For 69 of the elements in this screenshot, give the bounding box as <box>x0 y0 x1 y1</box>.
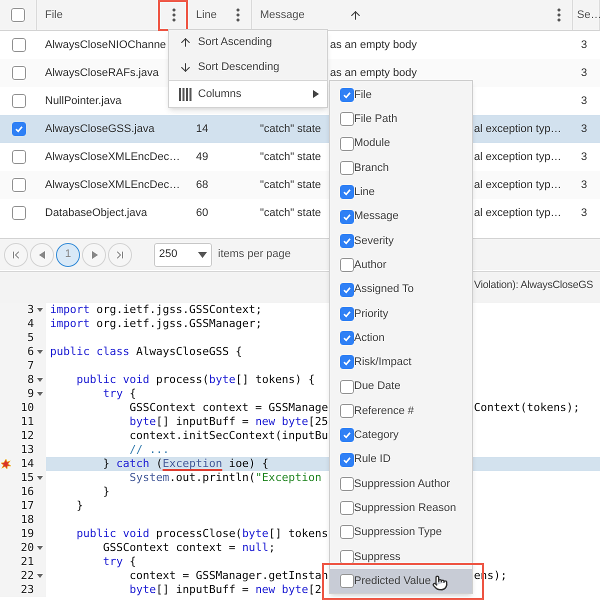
table-cell-text: al exception typ… <box>474 206 562 221</box>
code-line: public class AlwaysCloseGSS { <box>50 345 242 358</box>
code-line: GSSContext context = GSSManage <box>128 401 328 414</box>
code-line: public void process(byte[] tokens) { <box>75 373 315 386</box>
line-number: 7 <box>26 359 34 373</box>
line-number: 23 <box>20 583 34 597</box>
table-cell: 3 <box>581 178 588 191</box>
table-cell: 3 <box>581 150 588 163</box>
code-line: import org.ietf.jgss.GSSManager; <box>50 317 262 330</box>
table-cell: AlwaysCloseGSS.java <box>45 122 154 135</box>
line-number: 21 <box>20 555 34 569</box>
line-number: 6 <box>26 345 34 359</box>
code-line: byte[] inputBuff = new byte[25 <box>128 415 328 428</box>
table-cell: 14 <box>196 122 208 135</box>
table-cell: 68 <box>196 178 208 191</box>
line-number: 8 <box>26 373 34 387</box>
table-cell-text: "catch" state <box>260 150 322 165</box>
line-number: 14 <box>20 457 34 471</box>
line-number: 5 <box>26 331 34 345</box>
code-line: try { <box>102 387 136 400</box>
table-cell: 60 <box>196 206 208 219</box>
table-cell: DatabaseObject.java <box>45 206 148 219</box>
code-line: } catch (Exception ioe) { <box>102 457 269 470</box>
line-number: 13 <box>20 443 34 457</box>
line-number: 20 <box>20 541 34 555</box>
table-cell: AlwaysCloseXMLEncDec… <box>45 150 180 163</box>
code-line: context.initSecContext(inputBu <box>128 429 328 442</box>
code-line: import org.ietf.jgss.GSSContext; <box>50 303 262 316</box>
line-number: 15 <box>20 471 34 485</box>
line-number: 11 <box>20 415 34 429</box>
line-number: 12 <box>20 429 34 443</box>
page-size-label: items per page <box>218 247 291 262</box>
code-line: System.out.println("Exception <box>128 471 322 484</box>
table-cell: 3 <box>581 94 588 107</box>
table-cell: AlwaysCloseXMLEncDec… <box>45 178 180 191</box>
table-cell: AlwaysCloseNIOChanne <box>45 38 166 51</box>
table-cell: 3 <box>581 66 588 79</box>
table-cell: 3 <box>581 206 588 219</box>
code-line: GSSContext context = null; <box>102 541 276 554</box>
code-line: try { <box>102 555 136 568</box>
table-cell-text: al exception typ… <box>474 122 562 137</box>
line-number: 10 <box>20 401 34 415</box>
table-cell-text: al exception typ… <box>474 150 562 165</box>
table-cell: 3 <box>581 122 588 135</box>
line-number: 17 <box>20 499 34 513</box>
table-cell: 49 <box>196 150 208 163</box>
line-number: 9 <box>26 387 34 401</box>
table-cell-text: al exception typ… <box>474 178 562 193</box>
line-number: 18 <box>20 513 34 527</box>
details-title: Violation): AlwaysCloseGS <box>474 278 594 293</box>
line-number: 4 <box>26 317 34 331</box>
table-cell-text: as an empty body <box>330 66 417 81</box>
line-number: 3 <box>26 303 34 317</box>
code-line: // ... <box>128 443 170 456</box>
table-cell-text: "catch" state <box>260 206 322 221</box>
line-number: 16 <box>20 485 34 499</box>
line-number: 22 <box>20 569 34 583</box>
table-cell-text: "catch" state <box>260 122 322 137</box>
code-line: public void processClose(byte[] tokens <box>75 527 328 540</box>
code-line: } <box>102 485 110 498</box>
table-cell: 3 <box>581 38 588 51</box>
table-cell: NullPointer.java <box>45 94 122 107</box>
code-line: } <box>75 499 84 512</box>
line-number: 19 <box>20 527 34 541</box>
code-line: Context(tokens); <box>474 401 580 415</box>
code-line: byte[] inputBuff = new byte[2 <box>128 583 322 596</box>
table-cell-text: as an empty body <box>330 38 417 53</box>
table-cell: AlwaysCloseRAFs.java <box>45 66 159 79</box>
table-cell-text: "catch" state <box>260 178 322 193</box>
